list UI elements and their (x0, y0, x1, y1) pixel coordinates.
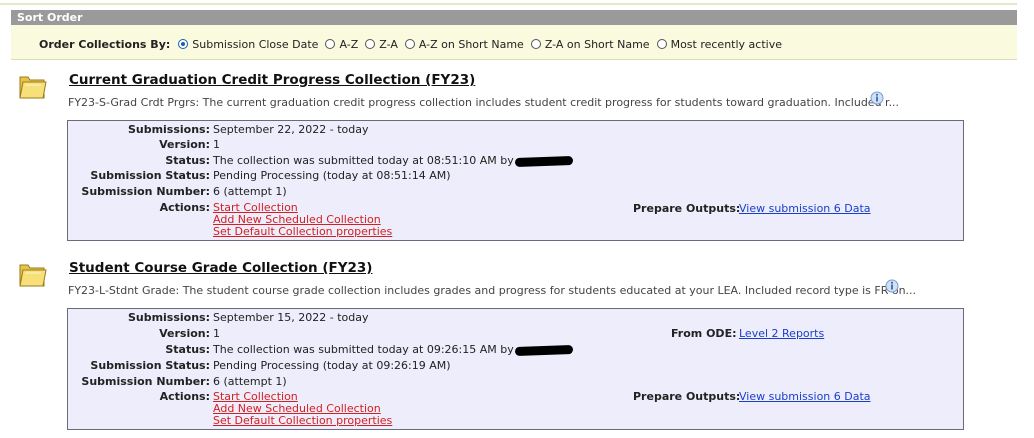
submission-number-label: Submission Number: (81, 375, 210, 388)
redaction-mark (514, 344, 573, 356)
sort-option-close-date[interactable]: Submission Close Date (178, 38, 318, 51)
sort-order-bar: Order Collections By: Submission Close D… (11, 25, 1017, 60)
sort-option-a-z-short-name[interactable]: A-Z on Short Name (404, 37, 524, 51)
status-value-wrap: The collection was submitted today at 08… (213, 153, 573, 168)
radio[interactable] (656, 39, 667, 49)
set-default-properties-link[interactable]: Set Default Collection properties (213, 413, 392, 428)
sort-option-label: Submission Close Date (192, 37, 319, 51)
sort-option-label: Z-A on Short Name (544, 37, 650, 51)
version-value: 1 (213, 138, 220, 151)
from-ode-label: From ODE: (671, 327, 737, 340)
top-divider (0, 3, 1017, 5)
submissions-label: Submissions: (127, 311, 210, 324)
sort-option-label: Z-A (379, 37, 398, 51)
folder-icon (19, 76, 47, 99)
submission-status-label: Submission Status: (90, 359, 210, 372)
collection-description: FY23-S-Grad Crdt Prgrs: The current grad… (68, 96, 900, 109)
radio[interactable] (404, 39, 415, 49)
order-collections-label: Order Collections By: (39, 37, 171, 51)
view-submission-data-link[interactable]: View submission 6 Data (739, 201, 871, 216)
submissions-value: September 15, 2022 - today (213, 311, 369, 324)
radio[interactable] (365, 39, 376, 49)
sort-option-label: A-Z on Short Name (418, 37, 524, 51)
sort-option-most-recent[interactable]: Most recently active (656, 37, 782, 51)
submission-number-value: 6 (attempt 1) (213, 185, 287, 198)
submissions-value: September 22, 2022 - today (213, 123, 369, 136)
submission-number-value: 6 (attempt 1) (213, 375, 287, 388)
collection-details-box: Submissions: September 22, 2022 - today … (67, 120, 964, 241)
sort-order-header: Sort Order (11, 10, 1017, 25)
prepare-outputs-label: Prepare Outputs: (633, 390, 741, 403)
collection-title-link[interactable]: Student Course Grade Collection (FY23) (69, 260, 372, 276)
sort-option-label: A-Z (339, 37, 359, 51)
status-label: Status: (165, 154, 210, 167)
sort-option-z-a-short-name[interactable]: Z-A on Short Name (530, 37, 650, 51)
radio-selected[interactable] (178, 39, 189, 49)
collection-details-box: Submissions: September 15, 2022 - today … (67, 308, 964, 430)
folder-icon (19, 264, 47, 287)
status-value-wrap: The collection was submitted today at 09… (213, 342, 573, 357)
version-label: Version: (159, 138, 210, 151)
prepare-outputs-label: Prepare Outputs: (633, 202, 741, 215)
version-label: Version: (159, 327, 210, 340)
sort-option-a-z[interactable]: A-Z (325, 38, 358, 51)
version-value: 1 (213, 327, 220, 340)
view-submission-data-link[interactable]: View submission 6 Data (739, 389, 871, 404)
collection-title-link[interactable]: Current Graduation Credit Progress Colle… (69, 72, 475, 88)
collection-description: FY23-L-Stdnt Grade: The student course g… (68, 284, 917, 297)
sort-option-z-a[interactable]: Z-A (365, 38, 398, 51)
radio[interactable] (530, 39, 541, 49)
radio[interactable] (325, 39, 336, 49)
info-icon[interactable] (870, 91, 884, 105)
sort-option-label: Most recently active (670, 37, 782, 51)
submission-number-label: Submission Number: (81, 185, 210, 198)
set-default-properties-link[interactable]: Set Default Collection properties (213, 224, 392, 239)
submission-status-label: Submission Status: (90, 169, 210, 182)
submission-status-value: Pending Processing (today at 08:51:14 AM… (213, 169, 451, 182)
submissions-label: Submissions: (127, 123, 210, 136)
status-label: Status: (165, 343, 210, 356)
redaction-mark (514, 155, 573, 167)
status-value: The collection was submitted today at 08… (213, 154, 514, 167)
status-value: The collection was submitted today at 09… (213, 343, 514, 356)
submission-status-value: Pending Processing (today at 09:26:19 AM… (213, 359, 451, 372)
info-icon[interactable] (885, 279, 899, 293)
level-2-reports-link[interactable]: Level 2 Reports (739, 326, 824, 341)
